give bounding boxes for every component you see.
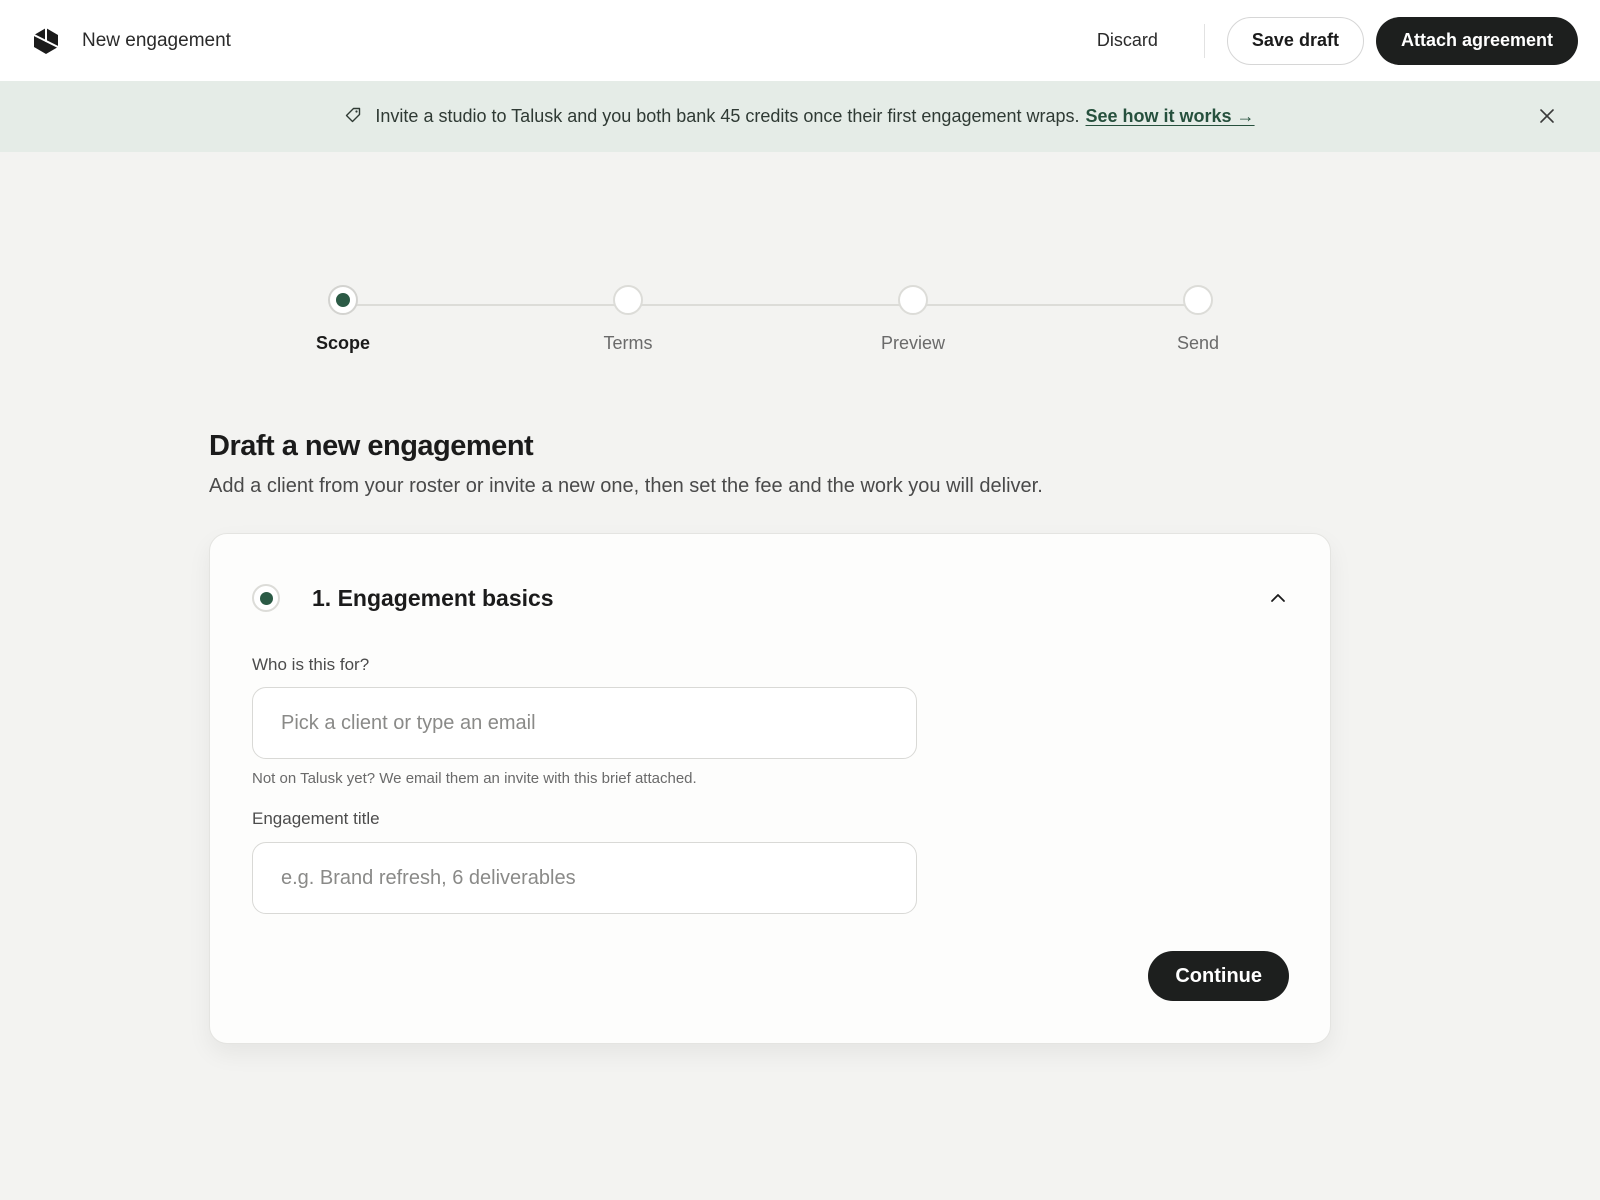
main-subtitle: Add a client from your roster or invite …: [209, 475, 1043, 497]
continue-button[interactable]: Continue: [1148, 951, 1289, 1001]
attach-agreement-button[interactable]: Attach agreement: [1375, 16, 1578, 65]
step-label: Preview: [880, 333, 946, 353]
step-label: Terms: [603, 333, 653, 353]
client-input[interactable]: [252, 687, 917, 759]
page-title: New engagement: [82, 29, 231, 51]
chevron-up-icon[interactable]: [1266, 586, 1290, 610]
title-field-label: Engagement title: [252, 809, 380, 828]
section-status-indicator: [252, 584, 280, 612]
step-scope[interactable]: Scope: [283, 285, 403, 354]
promo-banner: Invite a studio to Talusk and you both b…: [0, 81, 1600, 152]
discard-button[interactable]: Discard: [1097, 30, 1158, 51]
engagement-title-input[interactable]: [252, 842, 917, 914]
step-indicator: [898, 285, 928, 315]
step-indicator-active: [328, 285, 358, 315]
save-draft-button[interactable]: Save draft: [1226, 16, 1364, 65]
top-bar: New engagement Discard Save draft Attach…: [0, 0, 1600, 81]
client-field-help: Not on Talusk yet? We email them an invi…: [252, 770, 697, 787]
step-indicator: [613, 285, 643, 315]
step-indicator: [1183, 285, 1213, 315]
client-field-label: Who is this for?: [252, 655, 370, 674]
main-heading: Draft a new engagement: [209, 430, 534, 462]
section-title: 1. Engagement basics: [312, 585, 554, 611]
step-terms[interactable]: Terms: [568, 285, 688, 354]
engagement-basics-card: 1. Engagement basics Who is this for? No…: [209, 533, 1331, 1044]
banner-message: Invite a studio to Talusk and you both b…: [375, 106, 1080, 126]
tag-icon: [345, 107, 361, 123]
step-label: Send: [1176, 333, 1220, 353]
logo-icon[interactable]: [32, 27, 60, 55]
step-label: Scope: [315, 333, 371, 353]
step-send[interactable]: Send: [1138, 285, 1258, 354]
close-icon[interactable]: [1538, 107, 1556, 125]
divider: [1203, 23, 1205, 58]
step-preview[interactable]: Preview: [853, 285, 973, 354]
progress-stepper: Scope Terms Preview Send: [0, 285, 1600, 385]
see-how-it-works-link[interactable]: See how it works →: [1086, 106, 1255, 127]
